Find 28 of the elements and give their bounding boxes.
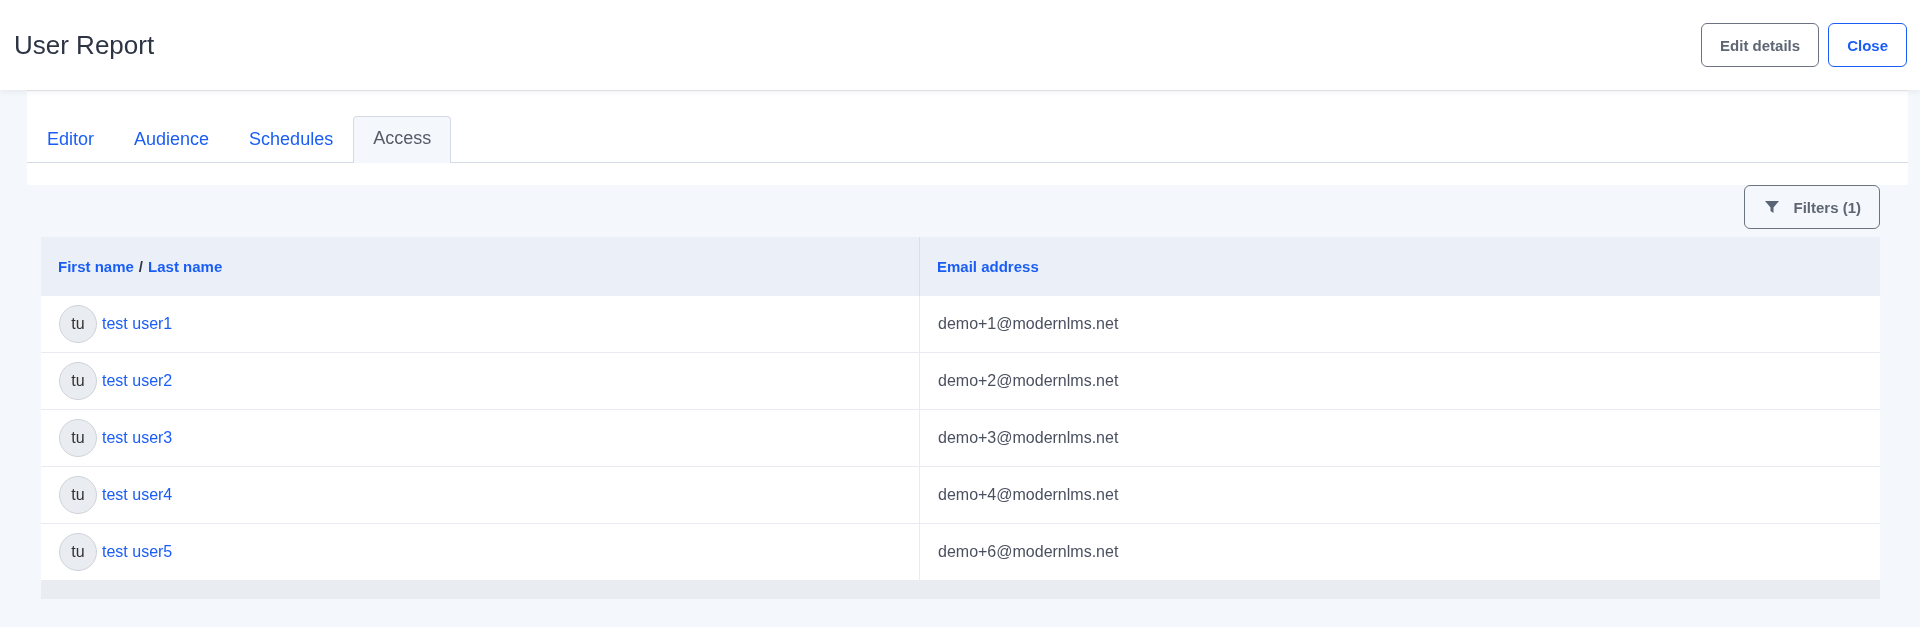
email-text: demo+3@modernlms.net <box>938 429 1119 447</box>
user-name-link[interactable]: test user5 <box>102 543 173 561</box>
tab[interactable]: Access <box>353 116 452 163</box>
funnel-icon <box>1765 200 1780 214</box>
avatar-initials: tu <box>59 533 97 571</box>
avatar-initials: tu <box>59 362 97 400</box>
email-text: demo+1@modernlms.net <box>938 315 1119 333</box>
avatar-initials: tu <box>59 476 97 514</box>
email-text: demo+4@modernlms.net <box>938 486 1119 504</box>
page-title: User Report <box>14 29 155 61</box>
email-text: demo+6@modernlms.net <box>938 543 1119 561</box>
tab[interactable]: Audience <box>114 117 230 163</box>
column-sort-link[interactable]: Last name <box>148 258 223 275</box>
avatar-initials: tu <box>59 419 97 457</box>
email-text: demo+2@modernlms.net <box>938 372 1119 390</box>
separator-text: / <box>138 258 144 275</box>
column-sort-link[interactable]: Email address <box>937 258 1039 275</box>
user-name-link[interactable]: test user2 <box>102 372 173 390</box>
tab[interactable]: Editor <box>27 117 115 163</box>
user-name-link[interactable]: test user1 <box>102 315 173 333</box>
tab[interactable]: Schedules <box>229 117 354 163</box>
avatar-initials: tu <box>59 305 97 343</box>
user-name-link[interactable]: test user3 <box>102 429 173 447</box>
filters-button[interactable]: Filters (1) <box>1744 185 1880 229</box>
column-sort-link[interactable]: First name <box>58 258 134 275</box>
close-button[interactable]: Close <box>1828 23 1907 67</box>
user-name-link[interactable]: test user4 <box>102 486 173 504</box>
edit-details-button[interactable]: Edit details <box>1701 23 1820 67</box>
